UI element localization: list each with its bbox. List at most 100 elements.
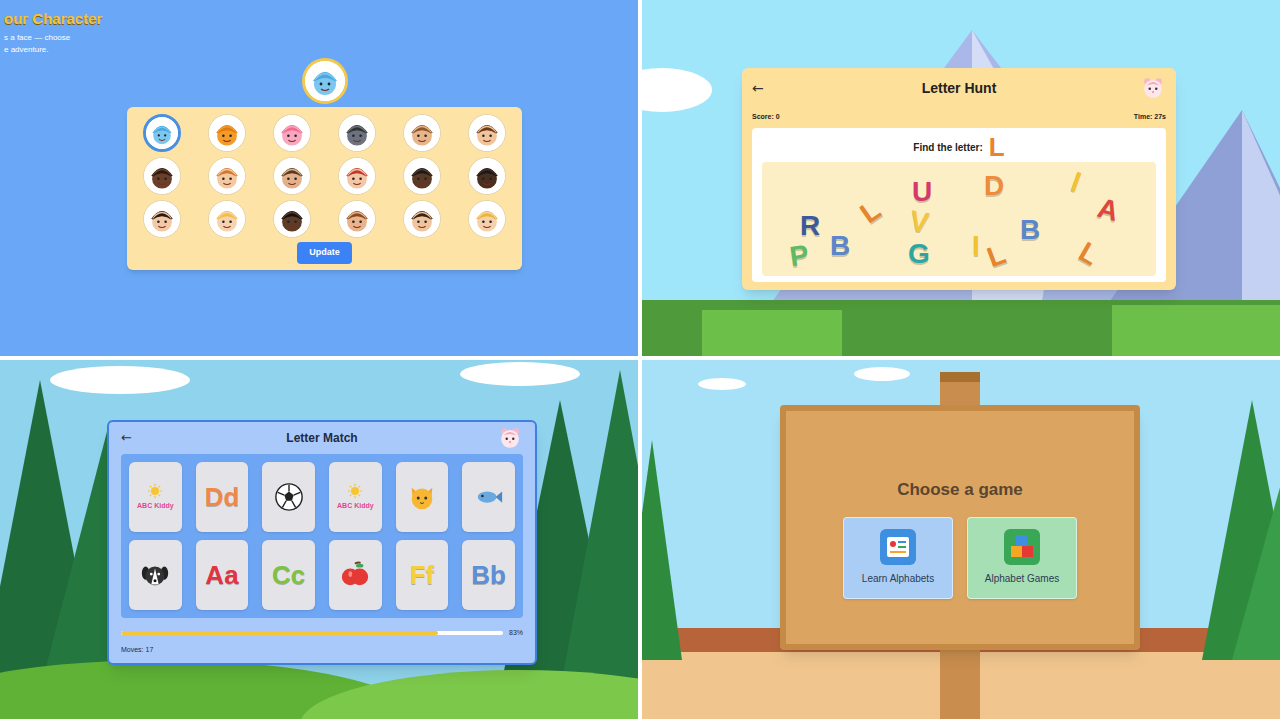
avatar-option[interactable] <box>338 114 376 152</box>
avatar-option[interactable] <box>338 157 376 195</box>
card-letters: Cc <box>272 562 305 588</box>
update-button[interactable]: Update <box>297 242 352 264</box>
card-grid: ABC Kiddy Dd ABC Kiddy Aa Cc Ff Bb <box>121 454 523 618</box>
game-menu-content: Choose a game Learn Alphabets Alphabet Gam… <box>642 360 1280 650</box>
avatar-option[interactable] <box>208 200 246 238</box>
memory-card[interactable]: ABC Kiddy <box>329 462 382 532</box>
card-letters: Ff <box>410 562 435 588</box>
blocks-icon <box>1004 529 1040 565</box>
timer-label: Time: 27s <box>1134 112 1166 123</box>
floating-letter[interactable]: I <box>972 232 980 260</box>
memory-card[interactable] <box>262 462 315 532</box>
letter-hunt-screen: ← Letter Hunt Score: 0 Time: 27s Find the le… <box>642 0 1280 356</box>
progress-row: 83% <box>121 628 523 639</box>
game-menu-screen: Choose a game Learn Alphabets Alphabet Gam… <box>642 360 1280 719</box>
character-content: our Characters a face — choosee adventur… <box>0 0 638 270</box>
subtitle-line: e adventure. <box>4 44 638 56</box>
sun-icon <box>147 483 163 499</box>
progress-track <box>121 631 503 635</box>
letter-play-area: RBLUVGDIILBAPL <box>762 162 1156 276</box>
cat-icon <box>407 482 437 512</box>
floating-letter[interactable]: U <box>912 178 932 206</box>
signboard: Choose a game Learn Alphabets Alphabet Gam… <box>780 405 1140 650</box>
dog-icon <box>140 560 170 590</box>
floating-letter[interactable]: B <box>1020 216 1040 244</box>
ball-icon <box>274 482 304 512</box>
floating-letter[interactable]: L <box>856 196 886 229</box>
floating-letter[interactable]: G <box>908 240 930 268</box>
card-back-label: ABC Kiddy <box>137 501 174 512</box>
game-option-label: Learn Alphabets <box>862 571 934 586</box>
screen-title: our Character <box>0 0 638 28</box>
memory-card[interactable] <box>396 462 449 532</box>
avatar-option[interactable] <box>468 114 506 152</box>
back-button[interactable]: ← <box>121 428 132 448</box>
target-letter: L <box>989 134 1005 160</box>
avatar-option[interactable] <box>143 114 181 152</box>
floating-letter[interactable]: V <box>908 207 931 238</box>
prompt-row: Find the letter:L <box>762 134 1156 160</box>
avatar-preview-row <box>0 58 638 104</box>
card-letters: Bb <box>471 562 506 588</box>
memory-card[interactable]: Ff <box>396 540 449 610</box>
avatar-option[interactable] <box>403 114 441 152</box>
menu-title: Choose a game <box>897 477 1023 503</box>
game-panel: Find the letter:LRBLUVGDIILBAPL <box>752 128 1166 282</box>
memory-card[interactable]: Dd <box>196 462 249 532</box>
progress-fill <box>121 631 438 635</box>
progress-reading: 83% <box>509 628 523 639</box>
score-label: Score: 0 <box>752 112 780 123</box>
card-letters: Aa <box>205 562 238 588</box>
card-header: ← Letter Match <box>121 422 523 454</box>
floating-letter[interactable]: D <box>984 172 1004 200</box>
game-options: Learn Alphabets Alphabet Games <box>843 517 1077 599</box>
floating-letter[interactable]: L <box>984 240 1010 272</box>
game-option-button[interactable]: Learn Alphabets <box>843 517 953 599</box>
score-row: Score: 0 Time: 27s <box>752 110 1166 124</box>
moves-label: Moves: 17 <box>121 645 523 656</box>
back-button[interactable]: ← <box>752 78 764 99</box>
floating-letter[interactable]: P <box>788 241 810 271</box>
hamster-avatar-icon <box>1140 75 1166 101</box>
avatar-option[interactable] <box>273 157 311 195</box>
avatar-option[interactable] <box>208 114 246 152</box>
letter-match-content: ← Letter Match ABC Kiddy Dd ABC Kiddy Aa Cc Ff B… <box>0 360 638 665</box>
memory-card[interactable] <box>329 540 382 610</box>
letter-match-card: ← Letter Match ABC Kiddy Dd ABC Kiddy Aa Cc Ff B… <box>107 420 537 665</box>
floating-letter[interactable]: A <box>1095 194 1122 226</box>
card-title: Letter Hunt <box>922 78 997 99</box>
floating-letter[interactable]: L <box>1074 238 1103 271</box>
card-back-label: ABC Kiddy <box>337 501 374 512</box>
floating-letter[interactable]: B <box>830 232 850 260</box>
game-option-button[interactable]: Alphabet Games <box>967 517 1077 599</box>
letter-hunt-card: ← Letter Hunt Score: 0 Time: 27s Find the le… <box>742 68 1176 290</box>
memory-card[interactable] <box>462 462 515 532</box>
avatar-option[interactable] <box>403 157 441 195</box>
card-letters: Dd <box>205 484 240 510</box>
avatar-option[interactable] <box>273 114 311 152</box>
avatar-option[interactable] <box>338 200 376 238</box>
avatar-option[interactable] <box>143 200 181 238</box>
floating-letter[interactable]: I <box>1067 168 1084 197</box>
floating-letter[interactable]: R <box>800 212 820 240</box>
avatar-option[interactable] <box>468 157 506 195</box>
memory-card[interactable]: ABC Kiddy <box>129 462 182 532</box>
letter-match-screen: ← Letter Match ABC Kiddy Dd ABC Kiddy Aa Cc Ff B… <box>0 360 638 719</box>
avatar-option[interactable] <box>143 157 181 195</box>
game-option-label: Alphabet Games <box>985 571 1060 586</box>
card-title: Letter Match <box>286 429 357 447</box>
avatar-option[interactable] <box>403 200 441 238</box>
memory-card[interactable]: Bb <box>462 540 515 610</box>
avatar-option[interactable] <box>208 157 246 195</box>
memory-card[interactable]: Aa <box>196 540 249 610</box>
book-icon <box>880 529 916 565</box>
hamster-avatar-icon <box>497 425 523 451</box>
avatar-grid <box>130 111 520 240</box>
letter-hunt-content: ← Letter Hunt Score: 0 Time: 27s Find the le… <box>642 0 1280 290</box>
card-header: ← Letter Hunt <box>752 68 1166 108</box>
fish-icon <box>474 482 504 512</box>
memory-card[interactable]: Cc <box>262 540 315 610</box>
avatar-option[interactable] <box>273 200 311 238</box>
memory-card[interactable] <box>129 540 182 610</box>
avatar-option[interactable] <box>468 200 506 238</box>
